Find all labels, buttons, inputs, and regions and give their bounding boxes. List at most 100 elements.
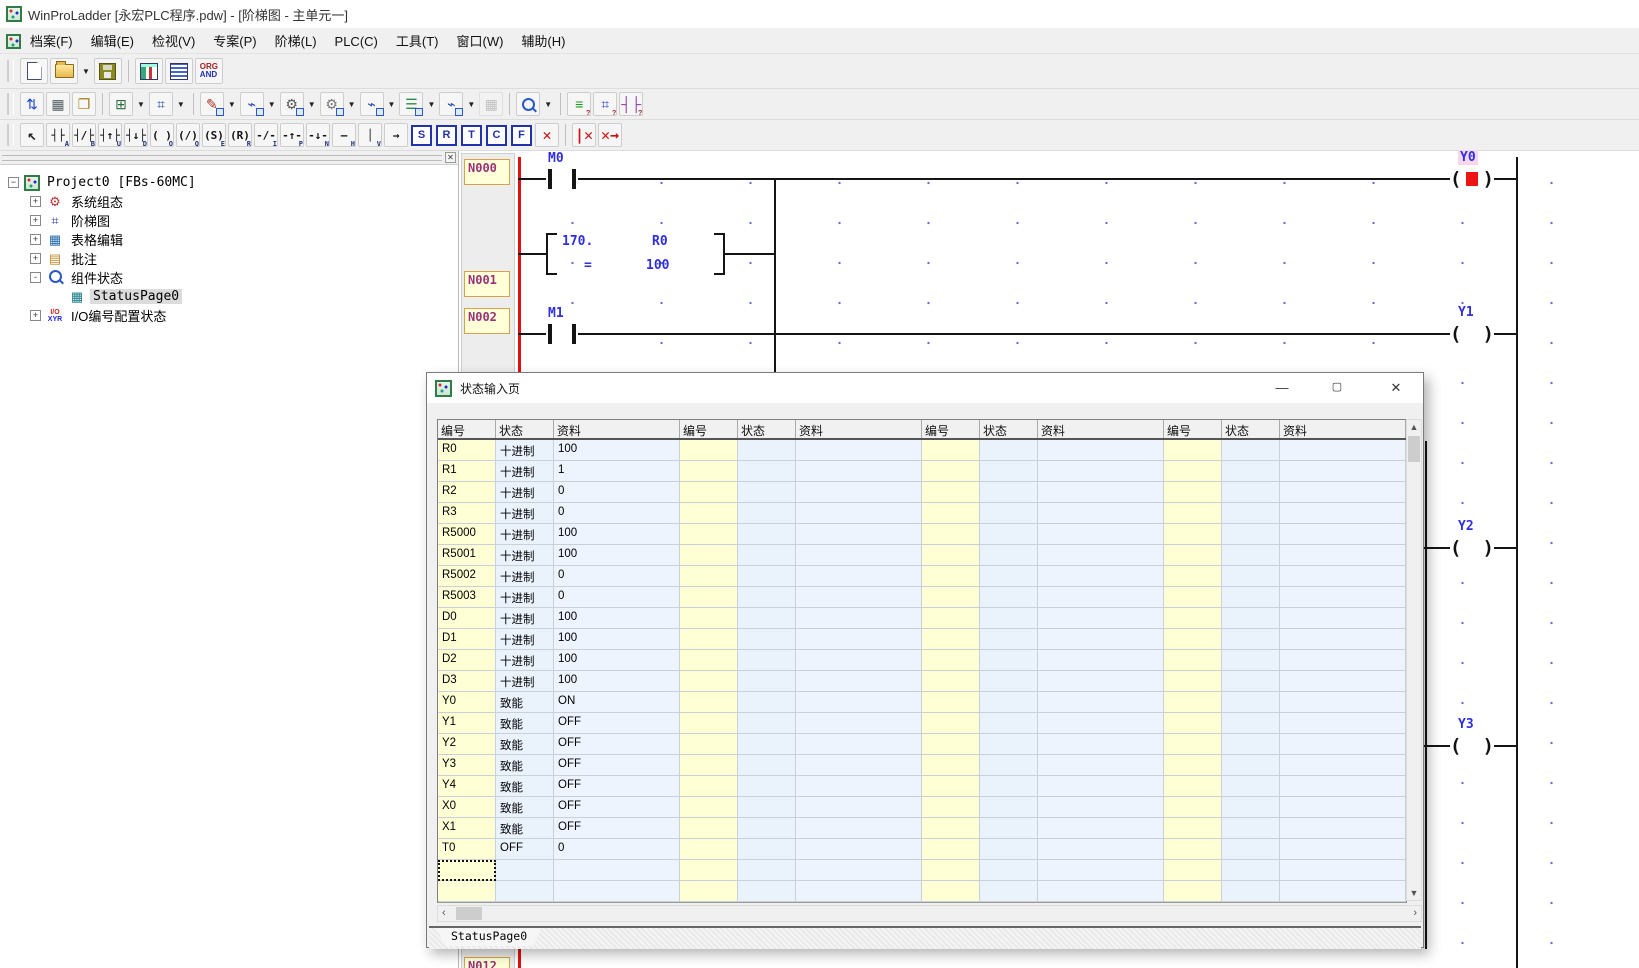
element-r-button[interactable]: R <box>436 125 457 146</box>
ladder-window-button[interactable] <box>165 58 193 84</box>
compare-block-fn[interactable]: 170. <box>562 234 593 249</box>
table-cell[interactable] <box>1280 629 1406 650</box>
coil-Y3[interactable]: () <box>1450 734 1494 758</box>
table-cell[interactable] <box>796 797 922 818</box>
delete-element-button[interactable]: ✕ <box>535 123 559 147</box>
project-window-button[interactable] <box>135 58 163 84</box>
table-cell[interactable] <box>738 566 796 587</box>
table-cell[interactable] <box>796 587 922 608</box>
tree-item-2[interactable]: +▦表格编辑 <box>8 230 458 249</box>
table-cell[interactable] <box>980 713 1038 734</box>
table-cell[interactable]: Y3 <box>438 755 496 776</box>
table-cell[interactable]: OFF <box>554 776 680 797</box>
menu-item-0[interactable]: 档案(F) <box>21 31 82 52</box>
table-cell[interactable]: OFF <box>554 734 680 755</box>
table-cell[interactable]: 100 <box>554 608 680 629</box>
table-cell[interactable]: 100 <box>554 650 680 671</box>
tree-expand-icon[interactable]: + <box>30 215 41 226</box>
table-cell[interactable] <box>922 503 980 524</box>
table-cell[interactable] <box>1038 524 1164 545</box>
table-cell[interactable]: D2 <box>438 650 496 671</box>
table-cell[interactable] <box>796 566 922 587</box>
table-cell[interactable] <box>1038 650 1164 671</box>
table-cell[interactable] <box>1280 440 1406 461</box>
table-cell[interactable] <box>738 818 796 839</box>
table-cell[interactable] <box>1164 860 1222 881</box>
table-cell[interactable] <box>738 881 796 902</box>
table-cell[interactable] <box>980 671 1038 692</box>
table-cell[interactable] <box>738 713 796 734</box>
tree-root[interactable]: −Project0 [FBs-60MC] <box>8 173 458 192</box>
hscroll-thumb[interactable] <box>456 907 482 920</box>
table-cell[interactable] <box>980 587 1038 608</box>
table-cell[interactable] <box>1280 797 1406 818</box>
table-cell[interactable] <box>796 503 922 524</box>
table-cell[interactable] <box>680 713 738 734</box>
table-cell[interactable]: R5000 <box>438 524 496 545</box>
table-cell[interactable]: 致能 <box>496 776 554 797</box>
table-cell[interactable] <box>680 482 738 503</box>
network-view-icon-dropdown[interactable]: ▼ <box>134 100 148 109</box>
horizontal-scrollbar[interactable]: ‹ › <box>437 905 1422 922</box>
table-cell[interactable]: 致能 <box>496 818 554 839</box>
coil-not-button[interactable]: (/)Q <box>176 123 200 147</box>
table-cell[interactable] <box>680 545 738 566</box>
table-cell[interactable] <box>738 545 796 566</box>
table-cell[interactable] <box>796 881 922 902</box>
table-cell[interactable]: Y2 <box>438 734 496 755</box>
table-cell[interactable] <box>980 818 1038 839</box>
table-cell[interactable] <box>1164 545 1222 566</box>
table-cell[interactable]: R5001 <box>438 545 496 566</box>
table-cell[interactable] <box>1164 755 1222 776</box>
coil-label-Y0[interactable]: Y0 <box>1458 150 1478 165</box>
table-cell[interactable] <box>1222 503 1280 524</box>
contact-status-help-icon[interactable]: ┤├? <box>619 92 643 116</box>
tree-item-4[interactable]: -组件状态 <box>8 268 458 287</box>
table-cell[interactable]: 十进制 <box>496 650 554 671</box>
table-cell[interactable] <box>1164 797 1222 818</box>
table-cell[interactable] <box>1280 566 1406 587</box>
menu-item-4[interactable]: 阶梯(L) <box>266 31 326 52</box>
table-cell[interactable] <box>1280 818 1406 839</box>
table-cell[interactable] <box>1222 839 1280 860</box>
falling-edge-button[interactable]: -↓-N <box>306 123 330 147</box>
tree-panel-close-button[interactable]: ✕ <box>445 152 456 163</box>
table-cell[interactable] <box>1280 692 1406 713</box>
table-cell[interactable] <box>922 839 980 860</box>
table-cell[interactable] <box>1038 860 1164 881</box>
menu-item-3[interactable]: 专案(P) <box>204 31 265 52</box>
table-cell[interactable] <box>796 608 922 629</box>
table-cell[interactable] <box>680 839 738 860</box>
dialog-minimize-button[interactable]: — <box>1273 380 1291 396</box>
table-cell[interactable] <box>738 671 796 692</box>
table-cell[interactable] <box>1038 566 1164 587</box>
table-cell[interactable] <box>980 797 1038 818</box>
menu-item-5[interactable]: PLC(C) <box>326 31 387 52</box>
tree-expand-icon[interactable]: + <box>30 310 41 321</box>
table-cell[interactable] <box>796 776 922 797</box>
table-cell[interactable] <box>980 650 1038 671</box>
select-cursor-button[interactable]: ↖ <box>20 123 44 147</box>
table-cell[interactable] <box>1164 524 1222 545</box>
rising-edge-button[interactable]: -↑-P <box>280 123 304 147</box>
table-cell[interactable]: 致能 <box>496 755 554 776</box>
delete-vline-button[interactable]: |✕ <box>572 123 596 147</box>
open-file-button[interactable] <box>50 58 78 84</box>
element-c-button[interactable]: C <box>486 125 507 146</box>
plc-monitor-icon[interactable]: ⌁M <box>439 92 463 116</box>
table-cell[interactable] <box>1164 881 1222 902</box>
table-cell[interactable] <box>1222 692 1280 713</box>
open-file-button-dropdown[interactable]: ▼ <box>79 67 93 76</box>
connect-plc-icon-dropdown[interactable]: ▼ <box>265 100 279 109</box>
register-book-icon[interactable]: ❐ <box>72 92 96 116</box>
table-cell[interactable] <box>680 587 738 608</box>
contact-M1[interactable] <box>546 323 578 345</box>
table-cell[interactable] <box>1038 881 1164 902</box>
table-cell[interactable]: Y4 <box>438 776 496 797</box>
table-cell[interactable] <box>796 860 922 881</box>
contact-label-M0[interactable]: M0 <box>548 151 564 166</box>
table-cell[interactable]: 0 <box>554 566 680 587</box>
table-cell[interactable] <box>680 566 738 587</box>
table-cell[interactable] <box>738 608 796 629</box>
table-cell[interactable]: 致能 <box>496 797 554 818</box>
